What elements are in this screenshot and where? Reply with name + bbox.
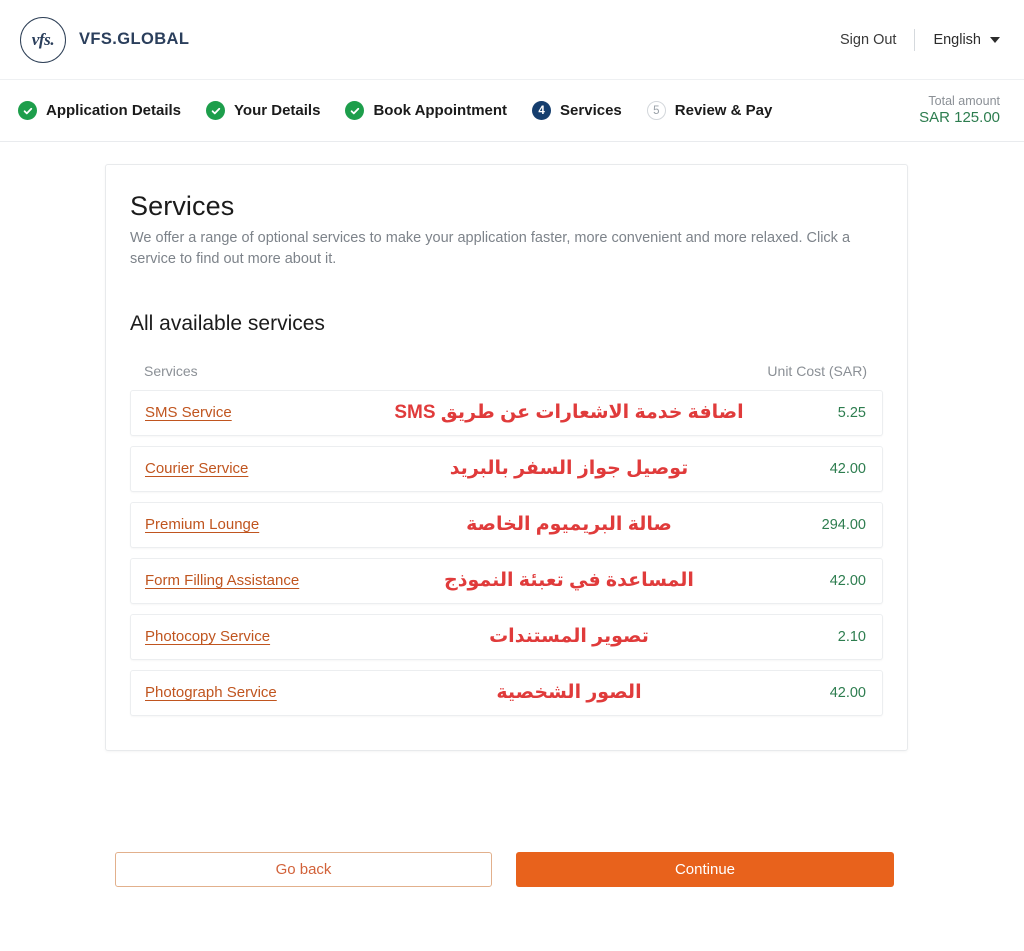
page-body: Services We offer a range of optional se… xyxy=(0,142,1024,951)
language-label: English xyxy=(933,31,981,48)
brand-name: VFS.GLOBAL xyxy=(79,30,190,48)
section-title: All available services xyxy=(130,311,325,335)
brand-logo[interactable]: vfs. VFS.GLOBAL xyxy=(20,16,190,63)
column-header-unit-cost: Unit Cost (SAR) xyxy=(767,362,867,379)
step-label: Application Details xyxy=(46,102,182,119)
check-icon xyxy=(206,101,226,120)
step-number-badge: 5 xyxy=(646,101,666,120)
service-price: 5.25 xyxy=(837,404,866,421)
continue-button[interactable]: Continue xyxy=(516,852,894,887)
step-your-details[interactable]: Your Details xyxy=(206,101,320,120)
service-row-form-filling-assistance[interactable]: Form Filling Assistance المساعدة في تعبئ… xyxy=(130,557,883,604)
column-header-service: Services xyxy=(144,362,198,379)
vfs-logo-icon: vfs. xyxy=(20,16,66,63)
service-name-arabic: توصيل جواز السفر بالبريد xyxy=(449,458,689,480)
chevron-down-icon xyxy=(990,36,1000,43)
service-row-photocopy-service[interactable]: Photocopy Service تصوير المستندات 2.10 xyxy=(130,613,883,660)
brand-mark-text: vfs. xyxy=(31,29,55,49)
total-amount: Total amount SAR 125.00 xyxy=(919,93,1000,127)
sign-out-link[interactable]: Sign Out xyxy=(840,32,914,48)
service-row-sms-service[interactable]: SMS Service اضافة خدمة الاشعارات عن طريق… xyxy=(130,389,883,436)
services-list: SMS Service اضافة خدمة الاشعارات عن طريق… xyxy=(130,389,883,716)
service-name-link[interactable]: SMS Service xyxy=(145,404,360,421)
step-review-and-pay[interactable]: 5 Review & Pay xyxy=(646,101,773,120)
service-name-link[interactable]: Photograph Service xyxy=(145,684,360,701)
go-back-button[interactable]: Go back xyxy=(115,852,492,887)
step-services[interactable]: 4 Services xyxy=(532,101,622,120)
step-application-details[interactable]: Application Details xyxy=(18,101,181,120)
service-name-arabic: اضافة خدمة الاشعارات عن طريق SMS xyxy=(394,402,744,424)
service-price: 42.00 xyxy=(829,460,866,477)
page-description: We offer a range of optional services to… xyxy=(130,230,851,268)
service-row-photograph-service[interactable]: Photograph Service الصور الشخصية 42.00 xyxy=(130,669,883,716)
total-amount-label: Total amount xyxy=(928,93,1000,108)
service-row-premium-lounge[interactable]: Premium Lounge صالة البريميوم الخاصة 294… xyxy=(130,501,883,548)
service-name-arabic: المساعدة في تعبئة النموذج xyxy=(444,570,694,592)
footer-actions: Go back Continue xyxy=(115,852,894,887)
service-name-arabic: الصور الشخصية xyxy=(496,682,642,704)
service-name-arabic: صالة البريميوم الخاصة xyxy=(466,514,672,536)
service-name-link[interactable]: Form Filling Assistance xyxy=(145,572,360,589)
stepper-items: Application Details Your Details Book Ap… xyxy=(18,101,772,120)
step-label: Your Details xyxy=(234,102,321,119)
service-name-link[interactable]: Courier Service xyxy=(145,460,360,477)
top-bar: vfs. VFS.GLOBAL Sign Out English xyxy=(0,0,1024,80)
step-book-appointment[interactable]: Book Appointment xyxy=(345,101,507,120)
check-icon xyxy=(18,101,37,120)
step-label: Review & Pay xyxy=(674,102,773,119)
total-amount-value: SAR 125.00 xyxy=(919,108,1000,126)
step-label: Services xyxy=(560,102,622,119)
service-price: 2.10 xyxy=(837,628,866,645)
step-number-badge: 4 xyxy=(532,101,552,120)
service-price: 42.00 xyxy=(829,684,866,701)
service-price: 294.00 xyxy=(821,516,866,533)
service-name-arabic: تصوير المستندات xyxy=(489,626,649,648)
progress-stepper: Application Details Your Details Book Ap… xyxy=(0,80,1024,142)
step-label: Book Appointment xyxy=(373,102,508,119)
check-icon xyxy=(345,101,365,120)
services-card: Services We offer a range of optional se… xyxy=(105,164,908,751)
services-table-header: Services Unit Cost (SAR) xyxy=(130,363,883,379)
page-title: Services xyxy=(130,191,235,221)
service-name-link[interactable]: Photocopy Service xyxy=(145,628,360,645)
service-name-link[interactable]: Premium Lounge xyxy=(145,516,360,533)
top-bar-actions: Sign Out English xyxy=(840,28,1000,51)
service-price: 42.00 xyxy=(829,572,866,589)
service-row-courier-service[interactable]: Courier Service توصيل جواز السفر بالبريد… xyxy=(130,445,883,492)
language-selector[interactable]: English xyxy=(915,32,1000,48)
